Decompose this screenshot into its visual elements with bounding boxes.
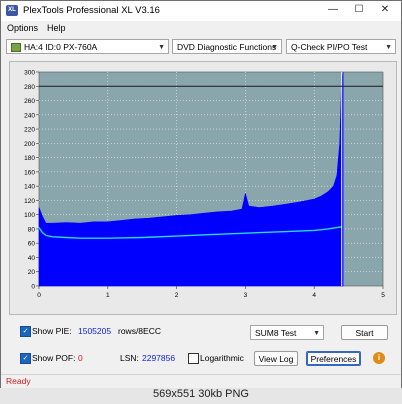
x-tick-label: 5	[381, 292, 385, 299]
y-tick-label: 40	[28, 255, 36, 262]
logarithmic-checkbox[interactable]	[188, 353, 199, 364]
test-select-value: Q-Check PI/PO Test	[291, 42, 368, 52]
chevron-down-icon: ▼	[158, 44, 165, 51]
view-log-button[interactable]: View Log	[254, 351, 298, 366]
chevron-down-icon: ▼	[313, 330, 320, 337]
y-tick-label: 100	[24, 212, 35, 219]
chevron-down-icon: ▼	[385, 44, 392, 51]
y-tick-label: 240	[24, 112, 35, 119]
y-tick-label: 0	[31, 284, 35, 291]
x-tick-label: 1	[106, 292, 110, 299]
y-tick-label: 280	[24, 84, 35, 91]
minimize-icon[interactable]: —	[323, 3, 343, 17]
start-button[interactable]: Start	[341, 325, 388, 340]
image-caption: 569x551 30kb PNG	[152, 388, 249, 400]
menu-options[interactable]: Options	[7, 23, 38, 33]
y-tick-label: 60	[28, 241, 36, 248]
drive-select[interactable]: HA:4 ID:0 PX-760A ▼	[6, 39, 169, 54]
show-pof-label: Show POF:	[32, 353, 76, 363]
pie-value: 1505205	[78, 326, 112, 336]
y-tick-label: 300	[24, 70, 35, 77]
maximize-icon[interactable]: ☐	[349, 3, 369, 17]
x-tick-label: 2	[175, 292, 179, 299]
sum-test-select[interactable]: SUM8 Test ▼	[250, 325, 324, 340]
controls-panel: ✓ Show PIE: 1505205 rows/8ECC SUM8 Test …	[1, 317, 401, 371]
preferences-button[interactable]: Preferences	[306, 351, 361, 366]
y-tick-label: 140	[24, 184, 35, 191]
menu-help[interactable]: Help	[47, 23, 66, 33]
title-bar: XL PlexTools Professional XL V3.16 — ☐ ✕	[1, 1, 401, 21]
close-icon[interactable]: ✕	[375, 3, 395, 17]
show-pof-checkbox[interactable]: ✓	[20, 353, 31, 364]
status-text: Ready	[6, 376, 31, 386]
y-tick-label: 20	[28, 269, 36, 276]
app-logo-icon: XL	[6, 5, 18, 16]
sum-test-value: SUM8 Test	[255, 328, 297, 338]
y-tick-label: 80	[28, 226, 36, 233]
app-window: XL PlexTools Professional XL V3.16 — ☐ ✕…	[0, 0, 402, 388]
x-tick-label: 4	[312, 292, 316, 299]
menu-bar: Options Help	[1, 22, 401, 36]
y-tick-label: 160	[24, 169, 35, 176]
lsn-label: LSN:	[120, 353, 139, 363]
test-select[interactable]: Q-Check PI/PO Test ▼	[286, 39, 396, 54]
x-tick-label: 3	[244, 292, 248, 299]
info-icon[interactable]: i	[373, 352, 385, 364]
y-tick-label: 180	[24, 155, 35, 162]
window-title: PlexTools Professional XL V3.16	[23, 5, 160, 16]
x-tick-label: 0	[37, 292, 41, 299]
show-pie-label: Show PIE:	[32, 326, 72, 336]
logarithmic-label: Logarithmic	[200, 353, 244, 363]
pi-po-chart: 0204060801001201401601802002202402602803…	[24, 70, 385, 300]
pie-unit: rows/8ECC	[118, 326, 161, 336]
y-tick-label: 200	[24, 141, 35, 148]
lsn-value: 2297856	[142, 353, 176, 363]
y-tick-label: 260	[24, 98, 35, 105]
function-select-value: DVD Diagnostic Functions	[177, 42, 277, 52]
pof-value: 0	[78, 353, 83, 363]
toolbar: HA:4 ID:0 PX-760A ▼ DVD Diagnostic Funct…	[1, 38, 401, 58]
drive-select-value: HA:4 ID:0 PX-760A	[24, 42, 98, 52]
function-select[interactable]: DVD Diagnostic Functions ▼	[172, 39, 282, 54]
y-tick-label: 120	[24, 198, 35, 205]
chart-panel: 0 20 40 60 80 100 120 140 160 180 200 220 240 260 280 3…	[9, 61, 397, 315]
chevron-down-icon: ▼	[271, 44, 278, 51]
y-tick-label: 220	[24, 127, 35, 134]
status-bar: Ready	[1, 374, 401, 388]
drive-icon	[11, 43, 21, 53]
show-pie-checkbox[interactable]: ✓	[20, 326, 31, 337]
